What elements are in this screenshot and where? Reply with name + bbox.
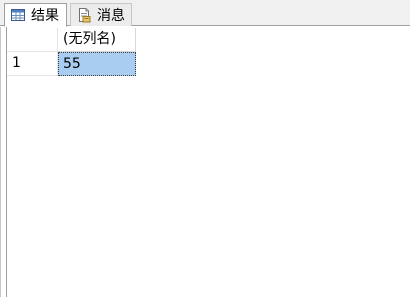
tab-results-label: 结果 (31, 8, 59, 24)
pane-border (0, 27, 1, 297)
grid-corner-header[interactable] (7, 28, 58, 52)
tab-results[interactable]: 结果 (4, 3, 67, 27)
results-pane: 结果 消息 (无列名) 1 55 (0, 0, 410, 297)
result-tab-strip: 结果 消息 (0, 0, 410, 27)
table-cell-selected[interactable]: 55 (58, 52, 136, 76)
tab-messages[interactable]: 消息 (70, 3, 132, 26)
grid-icon (10, 7, 26, 23)
results-grid-area: (无列名) 1 55 (0, 27, 410, 297)
tab-messages-label: 消息 (97, 8, 125, 24)
column-header[interactable]: (无列名) (58, 28, 136, 52)
message-document-icon (76, 7, 92, 23)
row-number[interactable]: 1 (7, 52, 58, 76)
